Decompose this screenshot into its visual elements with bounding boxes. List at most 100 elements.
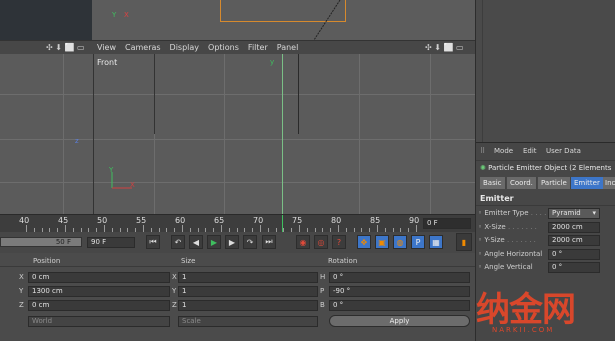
header-size: Size [181,257,196,265]
object-manager[interactable] [475,0,615,142]
pos-x-field[interactable]: 0 cm [28,272,170,283]
next-frame-button[interactable]: ▶ [225,235,239,249]
viewport-left[interactable]: z [0,54,93,214]
scale-dropdown[interactable]: Scale [178,316,318,327]
attr-menu-user-data[interactable]: User Data [546,147,581,155]
tab-include[interactable]: Inc [603,177,615,189]
param-key-button[interactable]: P [411,235,425,249]
size-x-field[interactable]: 1 [178,272,318,283]
viewport-header: ✣ ⬇ ⬜ ▭ View Cameras Display Options Filter P… [0,40,475,55]
menu-view[interactable]: View [97,43,116,52]
watermark-logo: 纳金网 [476,290,576,330]
angle-horizontal-field[interactable]: 0 ° [548,249,600,260]
menu-display[interactable]: Display [170,43,200,52]
tab-basic[interactable]: Basic [480,177,506,189]
tab-coord[interactable]: Coord. [507,177,537,189]
y-size-field[interactable]: 2000 cm [548,235,600,246]
timeline-tick-label: 70 [253,216,264,225]
size-y-field[interactable]: 1 [178,286,318,297]
dark-line-2 [154,54,155,134]
right-nav-icons[interactable]: ✣ ⬇ ⬜ ▭ [425,43,464,52]
left-axis-z-label: z [75,137,79,145]
tab-emitter[interactable]: Emitter [571,177,604,189]
timeline-tick-label: 75 [292,216,303,225]
attr-menu-edit[interactable]: Edit [523,147,537,155]
size-y-label: Y [172,287,177,295]
gizmo-y-label: Y [109,166,114,174]
emitter-type-dropdown[interactable]: Pyramid ▾ [548,208,600,219]
play-button[interactable]: ▶ [207,235,221,249]
current-frame-field[interactable]: 0 F [423,218,471,229]
move-key-button[interactable]: ✥ [357,235,371,249]
pos-z-field[interactable]: 0 cm [28,300,170,311]
rot-p-field[interactable]: -90 ° [329,286,470,297]
angle-vertical-field[interactable]: 0 ° [548,262,600,273]
watermark-sub: NARKII.COM [492,326,555,334]
rot-b-label: B [320,301,325,309]
emitter-y-label: y [270,58,275,66]
top-axis-y-label: Y [112,11,117,19]
left-nav-icons[interactable]: ✣ ⬇ ⬜ ▭ [46,43,85,52]
timeline-tick-label: 45 [58,216,69,225]
timeline-tick-label: 90 [409,216,420,225]
timeline-tick-label: 65 [214,216,225,225]
attr-menu-mode[interactable]: Mode [494,147,513,155]
record-button[interactable]: ◉ [296,235,310,249]
menu-filter[interactable]: Filter [248,43,268,52]
header-position: Position [33,257,61,265]
rot-b-field[interactable]: 0 ° [329,300,470,311]
pos-x-label: X [19,273,24,281]
go-end-button[interactable]: ⏭ [262,235,276,249]
section-title: Emitter [480,194,514,203]
emitter-icon: ✺ [480,164,486,172]
timeline-tick-label: 40 [19,216,30,225]
prev-frame-button[interactable]: ◀ [189,235,203,249]
x-size-label: ◦ X-Size . . . . . . . [478,223,537,231]
angle-vertical-label: ◦ Angle Vertical [478,263,533,271]
x-size-field[interactable]: 2000 cm [548,222,600,233]
y-size-label: ◦ Y-Size . . . . . . . [478,236,536,244]
top-axis-x-label: X [124,11,129,19]
range-slider[interactable]: 50 F [0,237,82,247]
range-end-field[interactable]: 90 F [87,237,135,248]
emitter-type-value: Pyramid [552,209,581,217]
world-dropdown[interactable]: World [28,316,170,327]
menu-panel[interactable]: Panel [277,43,299,52]
size-x-label: X [172,273,177,281]
menu-cameras[interactable]: Cameras [125,43,161,52]
dark-line [298,54,299,134]
menu-options[interactable]: Options [208,43,239,52]
angle-horizontal-label: ◦ Angle Horizontal [478,250,543,258]
axis-gizmo [111,172,132,189]
timeline-playhead[interactable] [282,215,283,233]
emitter-vertical-line [282,54,283,214]
size-z-field[interactable]: 1 [178,300,318,311]
object-title-row: ✺ Particle Emitter Object (2 Elements [480,164,611,172]
timeline-ruler[interactable]: 40 45 50 55 60 65 70 75 80 85 90 0 F [0,214,475,233]
tab-particle[interactable]: Particle [538,177,571,189]
header-rotation: Rotation [328,257,358,265]
coord-header-divider [0,266,475,267]
next-key-button[interactable]: ↷ [243,235,257,249]
prev-key-button[interactable]: ↶ [171,235,185,249]
timeline-tick-label: 55 [136,216,147,225]
gizmo-x-label: X [130,181,135,189]
rotate-key-button[interactable]: ◍ [393,235,407,249]
keyframe-selection-button[interactable]: ? [332,235,346,249]
pos-z-label: Z [19,301,24,309]
pla-key-button[interactable]: ▦ [429,235,443,249]
scale-key-button[interactable]: ▣ [375,235,389,249]
viewport-front[interactable]: Front y Y X [93,54,476,214]
object-title: Particle Emitter Object (2 Elements [488,164,612,172]
go-start-button[interactable]: ⏮ [146,235,160,249]
rot-h-field[interactable]: 0 ° [329,272,470,283]
grip-icon: ⠿ [480,147,486,155]
pos-y-field[interactable]: 1300 cm [28,286,170,297]
viewport-top: Y X [92,0,475,40]
transport-bar: 50 F 90 F ⏮ ↶ ◀ ▶ ▶ ↷ ⏭ ◉ ◎ ? ✥ ▣ ◍ P ▦ … [0,232,475,254]
auto-key-button[interactable]: ◎ [314,235,328,249]
viewport-perspective-edge [0,0,92,40]
apply-button[interactable]: Apply [329,315,470,327]
timeline-layout-button[interactable]: ▮ [456,233,472,251]
range-end-left: 50 F [55,238,71,246]
